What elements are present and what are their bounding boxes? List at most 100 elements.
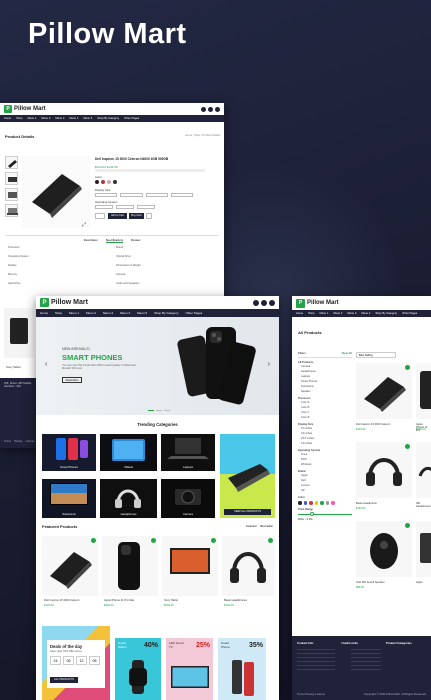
wishlist-badge[interactable] [91, 538, 96, 543]
product-card-image[interactable] [102, 536, 158, 596]
price-slider[interactable] [298, 512, 352, 516]
add-to-cart-button[interactable]: Add to Cart [108, 213, 127, 219]
nav-item[interactable]: Shop [308, 312, 314, 315]
dot[interactable] [164, 410, 170, 411]
filter-group-title[interactable]: Color [298, 496, 352, 499]
swatch[interactable] [309, 501, 313, 505]
product-card-image[interactable] [42, 536, 98, 596]
footer-link[interactable]: Privacy [305, 692, 314, 696]
product-card-image[interactable] [356, 521, 412, 577]
nav-item[interactable]: Menu 1 [69, 311, 79, 315]
sort-select[interactable]: Best Selling [356, 352, 396, 358]
promo-card[interactable]: LED Smart TV 25% [166, 638, 213, 700]
option[interactable] [120, 193, 143, 197]
promo-tile[interactable]: VIEW ALL PRODUCTS [220, 434, 275, 518]
product-card-image[interactable] [356, 363, 412, 419]
heart-icon[interactable] [261, 299, 267, 306]
product-name[interactable]: Beats Headphones [224, 599, 247, 602]
nav-item[interactable]: Shop [16, 117, 22, 120]
promo-card[interactable]: Smart Watch 40% [115, 638, 161, 700]
nav-item[interactable]: Shop By Category [154, 311, 178, 315]
option[interactable] [95, 205, 113, 209]
read-more-button[interactable]: Read More [62, 377, 82, 383]
nav-item[interactable]: Home [4, 117, 11, 120]
wishlist-badge[interactable] [268, 538, 273, 543]
all-products-button[interactable]: ALL PRODUCTS [50, 677, 78, 683]
nav-item[interactable]: Menu 1 [27, 117, 36, 120]
quantity-stepper[interactable] [95, 213, 105, 219]
nav-item[interactable]: Home [296, 312, 303, 315]
product-name[interactable]: Intel 360 Sound Speaker [356, 581, 385, 584]
slider-handle[interactable] [310, 512, 314, 516]
product-name[interactable]: Dell Inspiron 15 3000 Celeron [44, 599, 80, 602]
wishlist-badge[interactable] [151, 538, 156, 543]
swatch[interactable] [314, 501, 318, 505]
category-tile[interactable]: Smart Phones [42, 434, 96, 471]
category-tile[interactable]: Televisions [42, 479, 96, 518]
nav-item[interactable]: Menu 4 [361, 312, 370, 315]
dot[interactable] [148, 410, 154, 411]
search-icon[interactable] [201, 106, 206, 112]
footer-link[interactable]: License [315, 692, 325, 696]
nav-item[interactable]: Menu 1 [319, 312, 328, 315]
product-card-image[interactable] [416, 521, 431, 577]
nav-item[interactable]: Home [40, 311, 48, 315]
cart-icon[interactable] [269, 299, 275, 306]
swatch[interactable] [331, 501, 335, 505]
clear-all-link[interactable]: Clear All [342, 352, 352, 355]
product-name[interactable]: Beats Headphone [356, 502, 377, 505]
product-name[interactable]: Sony Tablet [164, 599, 178, 602]
option[interactable] [95, 193, 118, 197]
category-tile[interactable]: Tablets [100, 434, 157, 471]
option[interactable] [170, 193, 193, 197]
nav-item[interactable]: Other Pages [185, 311, 202, 315]
dot[interactable] [156, 410, 162, 411]
next-arrow-icon[interactable]: › [268, 361, 270, 368]
filter-option[interactable]: HP [301, 488, 352, 493]
logo[interactable]: P Pillow Mart [40, 298, 88, 307]
thumbnail[interactable] [5, 204, 18, 217]
thumbnail[interactable] [5, 156, 18, 169]
product-card-image[interactable] [416, 363, 431, 419]
category-tile[interactable]: Camera [161, 479, 215, 518]
filter-option[interactable]: Windows [301, 462, 352, 467]
product-card-image[interactable] [356, 442, 412, 498]
category-tile[interactable]: Laptops [161, 434, 215, 471]
prev-arrow-icon[interactable]: ‹ [45, 361, 47, 368]
thumbnail[interactable] [5, 172, 18, 185]
wishlist-badge[interactable] [211, 538, 216, 543]
nav-item[interactable]: Menu 4 [120, 311, 130, 315]
nav-item[interactable]: Menu 3 [347, 312, 356, 315]
nav-item[interactable]: Menu 4 [69, 117, 78, 120]
product-name[interactable]: Apple [416, 581, 423, 584]
nav-item[interactable]: Menu 2 [41, 117, 50, 120]
category-tile[interactable]: Headphones [100, 479, 157, 518]
search-icon[interactable] [253, 299, 259, 306]
swatch[interactable] [107, 180, 111, 184]
cart-icon[interactable] [215, 106, 220, 112]
nav-item[interactable]: Shop By Category [97, 117, 119, 120]
swatch[interactable] [325, 501, 329, 505]
product-card-image[interactable] [222, 536, 275, 596]
buy-now-button[interactable]: Buy Now [129, 213, 144, 219]
footer-link[interactable]: License [26, 440, 35, 443]
swatch[interactable] [320, 501, 324, 505]
swatch[interactable] [303, 501, 307, 505]
tab-featured[interactable]: Featured [246, 525, 256, 528]
filter-option[interactable]: Speaker [301, 389, 352, 394]
wishlist-button[interactable] [146, 213, 152, 219]
swatch[interactable] [113, 180, 117, 184]
product-card-image[interactable] [162, 536, 218, 596]
logo[interactable]: P Pillow Mart [296, 298, 339, 308]
filter-option[interactable]: Core i9 [301, 415, 352, 420]
swatch[interactable] [298, 501, 302, 505]
swatch[interactable] [101, 180, 105, 184]
filter-option[interactable]: 14 inches [301, 441, 352, 446]
nav-item[interactable]: Shop By Category [375, 312, 397, 315]
nav-item[interactable]: Other Pages [402, 312, 417, 315]
filter-group-title[interactable]: Price Range [298, 508, 352, 511]
nav-item[interactable]: Menu 2 [333, 312, 342, 315]
footer-link[interactable]: Terms [297, 692, 305, 696]
nav-item[interactable]: Other Pages [124, 117, 139, 120]
zoom-icon[interactable]: ⤢ [82, 222, 86, 228]
